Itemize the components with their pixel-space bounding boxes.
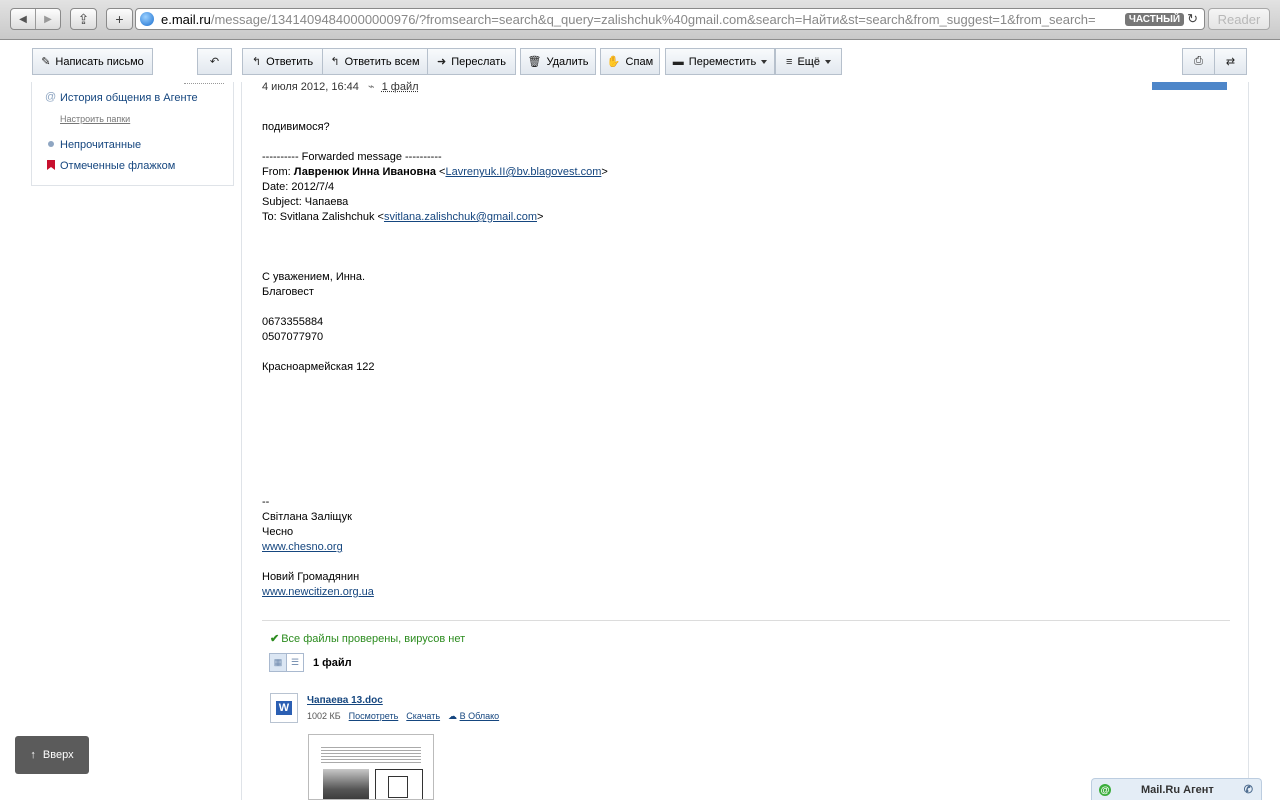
view-toggle[interactable]: ▦ ☰: [269, 653, 304, 672]
message-body: подивимося? ---------- Forwarded message…: [262, 120, 1162, 600]
attachment-actions: 1002 КБ Посмотреть Скачать ☁ В Облако: [307, 711, 499, 722]
to-line: To: Svitlana Zalishchuk <svitlana.zalish…: [262, 211, 544, 223]
phone-number: 0673355884: [262, 316, 324, 328]
divider: [184, 83, 224, 84]
agent-bar[interactable]: @ Mail.Ru Агент ✆: [1091, 778, 1262, 800]
spam-button[interactable]: ✋ Спам: [600, 48, 660, 75]
sidebar-item-flagged[interactable]: Отмеченные флажком: [60, 160, 175, 172]
print-button[interactable]: ⎙: [1182, 48, 1215, 75]
browser-toolbar: ◀ ▶ ⇪ + e.mail.ru/message/13414094840000…: [0, 0, 1280, 40]
word-doc-icon: W: [270, 693, 298, 723]
reply-all-button[interactable]: ↰ Ответить всем: [322, 48, 428, 75]
body-line: Благовест: [262, 286, 314, 298]
undo-icon: ↶: [209, 56, 220, 68]
menu-icon: ≡: [786, 55, 793, 68]
attachment-filename[interactable]: Чапаева 13.doc: [307, 695, 383, 706]
agent-status-icon: @: [1099, 783, 1111, 796]
sidebar: @ История общения в Агенте Настроить пап…: [31, 82, 234, 186]
virus-status: ✔ Все файлы проверены, вирусов нет: [270, 633, 466, 645]
thumb-down-icon: ✋: [606, 56, 621, 68]
reply-all-icon: ↰: [330, 56, 340, 68]
reader-button[interactable]: Reader: [1208, 8, 1270, 30]
translate-icon: ⇄: [1225, 56, 1236, 68]
grid-view-icon[interactable]: ▦: [270, 654, 287, 671]
from-email-link[interactable]: Lavrenyuk.II@bv.blagovest.com: [445, 166, 601, 178]
sidebar-item-agent-history[interactable]: История общения в Агенте: [60, 92, 198, 104]
message-meta: 4 июля 2012, 16:44 ⌁ 1 файл: [262, 80, 419, 93]
private-badge: ЧАСТНЫЙ: [1124, 12, 1185, 26]
signature-separator: --: [262, 496, 270, 508]
more-button[interactable]: ≡ Ещё: [775, 48, 842, 75]
phone-number: 0507077970: [262, 331, 324, 343]
agent-title: Mail.Ru Агент: [1140, 783, 1214, 796]
checkmark-icon: ✔: [270, 633, 280, 645]
undo-button[interactable]: ↶: [197, 48, 232, 75]
message-date: 4 июля 2012, 16:44: [262, 81, 359, 93]
nav-buttons: ◀ ▶: [10, 8, 61, 30]
attachment-link[interactable]: 1 файл: [382, 81, 419, 93]
share-icon[interactable]: ⇪: [70, 8, 97, 30]
attachment-preview[interactable]: [308, 734, 434, 800]
list-view-icon[interactable]: ☰: [287, 654, 303, 671]
blue-tab: [1152, 82, 1227, 90]
reply-icon: ↰: [251, 56, 262, 68]
reload-icon[interactable]: ↻: [1187, 11, 1198, 27]
newcitizen-link[interactable]: www.newcitizen.org.ua: [262, 586, 374, 598]
unread-dot-icon: [48, 141, 54, 147]
flag-icon: [47, 160, 55, 170]
signature-org: Новий Громадянин: [262, 571, 360, 583]
compose-button[interactable]: ✎ Написать письмо: [32, 48, 153, 75]
subject-line: Subject: Чапаева: [262, 196, 349, 208]
at-icon: @: [45, 91, 57, 103]
sidebar-item-unread[interactable]: Непрочитанные: [60, 139, 141, 151]
print-icon: ⎙: [1194, 55, 1203, 67]
to-email-link[interactable]: svitlana.zalishchuk@gmail.com: [384, 211, 537, 223]
trash-icon: 🗑: [527, 56, 542, 68]
view-link[interactable]: Посмотреть: [349, 711, 399, 722]
chevron-down-icon: [761, 59, 768, 64]
phone-icon[interactable]: ✆: [1244, 783, 1253, 796]
signature-org: Чесно: [262, 526, 294, 538]
url-text: e.mail.ru/message/13414094840000000976/?…: [161, 11, 1096, 27]
new-tab-icon[interactable]: +: [106, 8, 133, 30]
signature-name: Світлана Заліщук: [262, 511, 352, 523]
scroll-top-button[interactable]: ↑ Вверх: [15, 736, 89, 774]
arrow-up-icon: ↑: [30, 749, 36, 761]
date-line: Date: 2012/7/4: [262, 181, 335, 193]
move-button[interactable]: ▬ Переместить: [665, 48, 775, 75]
cloud-icon: ☁: [448, 711, 458, 721]
paperclip-icon: ⌁: [367, 81, 375, 93]
forward-arrow-icon: ➜: [436, 56, 447, 68]
translate-button[interactable]: ⇄: [1214, 48, 1247, 75]
from-line: From: Лавренюк Инна Ивановна <Lavrenyuk.…: [262, 166, 608, 178]
chesno-link[interactable]: www.chesno.org: [262, 541, 343, 553]
forward-header: ---------- Forwarded message ----------: [262, 151, 442, 163]
divider: [262, 620, 1230, 621]
file-size: 1002 КБ: [307, 711, 341, 721]
configure-folders-link[interactable]: Настроить папки: [60, 114, 130, 124]
reply-button[interactable]: ↰ Ответить: [242, 48, 323, 75]
message-panel: 4 июля 2012, 16:44 ⌁ 1 файл подивимося? …: [241, 80, 1249, 800]
body-line: подивимося?: [262, 121, 330, 133]
cloud-link[interactable]: ☁ В Облако: [448, 711, 499, 722]
globe-icon: [140, 12, 154, 26]
back-icon[interactable]: ◀: [11, 9, 35, 29]
download-link[interactable]: Скачать: [406, 711, 440, 722]
mail-toolbar: ✎ Написать письмо ↶ ↰ Ответить ↰ Ответит…: [0, 40, 1280, 82]
delete-button[interactable]: 🗑 Удалить: [520, 48, 596, 75]
pencil-icon: ✎: [41, 56, 51, 68]
body-line: С уважением, Инна.: [262, 271, 366, 283]
address-line: Красноармейская 122: [262, 361, 375, 373]
files-count: 1 файл: [313, 657, 352, 669]
chevron-down-icon: [824, 59, 831, 64]
forward-icon[interactable]: ▶: [35, 9, 60, 29]
address-bar[interactable]: e.mail.ru/message/13414094840000000976/?…: [135, 8, 1205, 30]
folder-icon: ▬: [672, 55, 684, 68]
forward-button[interactable]: ➜ Переслать: [427, 48, 516, 75]
